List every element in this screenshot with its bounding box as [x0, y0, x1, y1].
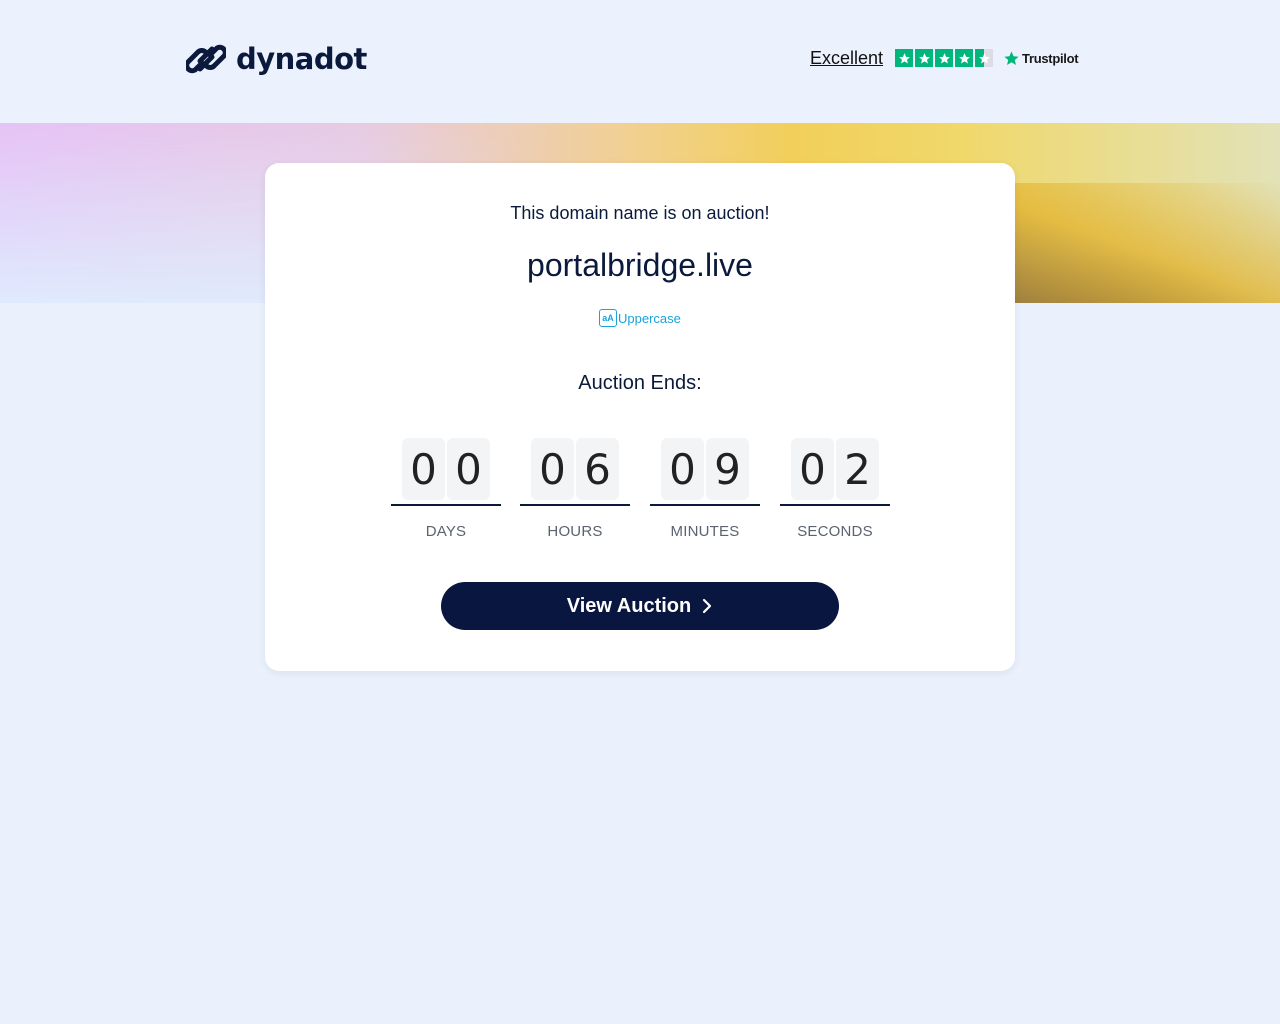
divider — [520, 504, 630, 506]
countdown-digit: 0 — [531, 438, 574, 500]
uppercase-toggle[interactable]: aA Uppercase — [599, 308, 681, 328]
countdown-seconds: 0 2 SECONDS — [780, 438, 890, 548]
countdown-digit: 9 — [706, 438, 749, 500]
countdown-unit-label: MINUTES — [670, 523, 740, 540]
countdown-unit-label: SECONDS — [797, 523, 873, 540]
uppercase-label[interactable]: Uppercase — [618, 311, 681, 326]
logo-text: dynadot — [236, 42, 367, 76]
trustpilot-star-icon — [1004, 50, 1019, 65]
countdown-days: 0 0 DAYS — [391, 438, 501, 548]
trustpilot-brand-text: Trustpilot — [1022, 50, 1079, 66]
countdown-hours: 0 6 HOURS — [520, 438, 630, 548]
countdown-digit: 0 — [791, 438, 834, 500]
star-icon — [955, 49, 974, 67]
countdown-digit: 0 — [402, 438, 445, 500]
divider — [780, 504, 890, 506]
countdown-minutes: 0 9 MINUTES — [650, 438, 760, 548]
countdown-digit: 0 — [661, 438, 704, 500]
countdown-digit: 2 — [836, 438, 879, 500]
auction-notice: This domain name is on auction! — [510, 203, 770, 223]
half-star-icon — [975, 49, 994, 67]
countdown-timer: 0 0 DAYS 0 6 HOURS 0 9 MINUTES 0 2 SECON… — [391, 438, 890, 548]
star-icon — [935, 49, 954, 67]
view-auction-button[interactable]: View Auction — [441, 582, 839, 630]
countdown-unit-label: HOURS — [547, 523, 603, 540]
trustpilot-brand[interactable]: Trustpilot — [1003, 50, 1079, 67]
countdown-unit-label: DAYS — [425, 523, 467, 540]
chevron-right-icon — [703, 598, 712, 614]
auction-card: This domain name is on auction! portalbr… — [265, 163, 1015, 671]
trustpilot-stars — [895, 49, 994, 67]
countdown-digit: 0 — [447, 438, 490, 500]
trustpilot-rating-label[interactable]: Excellent — [810, 48, 883, 69]
star-icon — [895, 49, 914, 67]
view-auction-label: View Auction — [566, 594, 692, 617]
text-case-icon: aA — [599, 309, 617, 327]
auction-ends-label: Auction Ends: — [578, 372, 702, 394]
divider — [650, 504, 760, 506]
star-icon — [915, 49, 934, 67]
chain-link-icon — [186, 44, 226, 74]
countdown-digit: 6 — [576, 438, 619, 500]
site-header: dynadot Excellent Trustpilot — [0, 0, 1280, 123]
divider — [391, 504, 501, 506]
trustpilot-widget[interactable]: Excellent Trustpilot — [810, 46, 1079, 70]
domain-name: portalbridge.live — [527, 247, 753, 283]
dynadot-logo[interactable]: dynadot — [186, 38, 367, 80]
